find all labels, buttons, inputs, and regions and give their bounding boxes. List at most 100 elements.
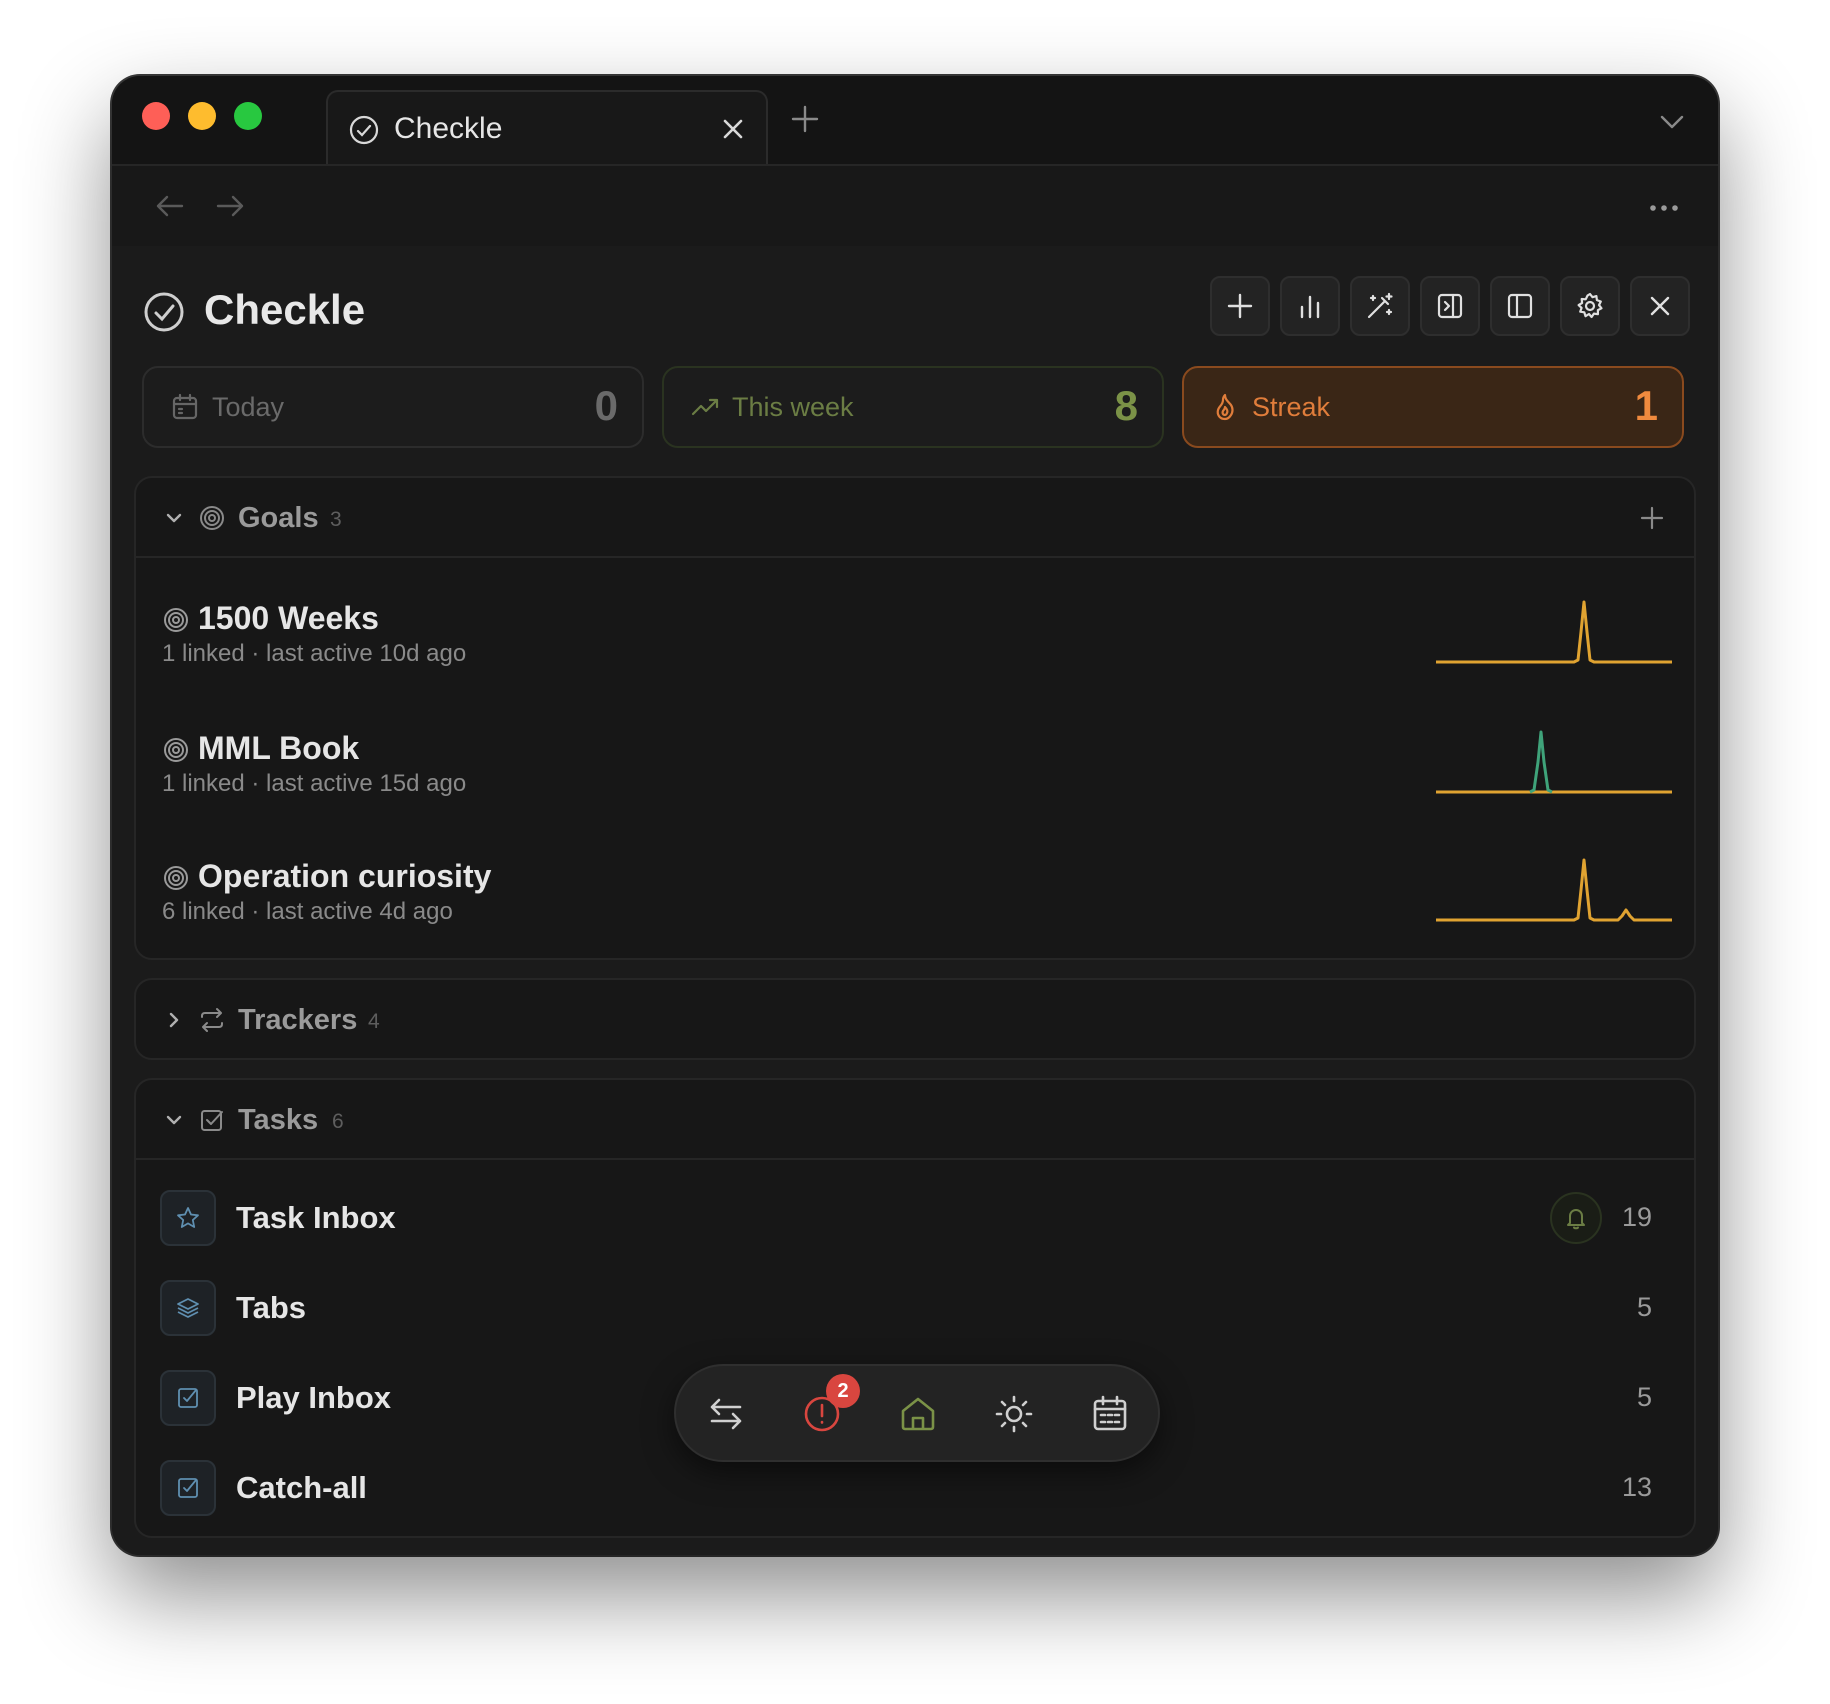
goal-sparkline: [1436, 600, 1672, 664]
flame-icon: [1216, 393, 1234, 421]
task-icon-box: [160, 1190, 216, 1246]
bottom-dock: 2: [674, 1364, 1160, 1462]
repeat-icon: [201, 1008, 223, 1032]
trackers-header[interactable]: Trackers 4: [136, 980, 1694, 1058]
goals-title: Goals: [238, 502, 319, 534]
calendar-icon: [172, 393, 198, 420]
goal-title: MML Book: [198, 730, 360, 766]
stat-today[interactable]: Today 0: [142, 366, 644, 448]
task-count: 5: [1636, 1382, 1652, 1412]
checkbox-icon: [201, 1110, 223, 1131]
star-icon: [177, 1207, 199, 1228]
checkbox-icon: [178, 1388, 198, 1408]
calendar-button[interactable]: [1088, 1392, 1132, 1436]
chevron-down-icon[interactable]: [162, 506, 186, 530]
stat-streak-value: 1: [1634, 382, 1658, 429]
minimize-window-button[interactable]: [188, 102, 216, 130]
task-title: Task Inbox: [236, 1200, 396, 1235]
home-button[interactable]: [896, 1392, 940, 1436]
chevron-right-icon[interactable]: [162, 1008, 186, 1032]
add-button[interactable]: [1210, 276, 1270, 336]
stat-this-week[interactable]: This week 8: [662, 366, 1164, 448]
app-title: Checkle: [204, 286, 366, 333]
settings-button[interactable]: [1560, 276, 1620, 336]
goal-title: Operation curiosity: [198, 858, 492, 894]
close-icon: [1650, 296, 1670, 316]
task-icon-box: [160, 1280, 216, 1336]
task-count: 19: [1621, 1202, 1652, 1232]
goals-count: 3: [330, 508, 342, 531]
magic-button[interactable]: [1350, 276, 1410, 336]
add-goal-icon[interactable]: [1636, 502, 1668, 534]
goal-meta: 6 linked · last active 4d ago: [162, 898, 453, 925]
bar-chart-icon: [1300, 295, 1320, 319]
task-row[interactable]: Tabs 5: [136, 1260, 1694, 1350]
swap-button[interactable]: [704, 1392, 748, 1436]
forward-arrow-icon[interactable]: [212, 188, 248, 224]
task-row[interactable]: Task Inbox 19: [136, 1170, 1694, 1260]
collapse-panel-button[interactable]: [1420, 276, 1480, 336]
bell-icon: [1567, 1209, 1585, 1230]
alert-badge: 2: [826, 1374, 860, 1408]
target-icon: [164, 866, 188, 890]
title-bar: Checkle: [112, 76, 1718, 166]
maximize-window-button[interactable]: [234, 102, 262, 130]
tasks-count: 6: [332, 1110, 344, 1133]
trending-up-icon: [691, 398, 719, 416]
goal-row[interactable]: Operation curiosity 6 linked · last acti…: [136, 836, 1694, 946]
sidebar-toggle-button[interactable]: [1490, 276, 1550, 336]
calendar-icon: [1093, 1395, 1127, 1431]
new-tab-icon[interactable]: [788, 102, 822, 136]
goal-sparkline: [1436, 730, 1672, 794]
trackers-section: Trackers 4: [134, 978, 1696, 1060]
task-icon-box: [160, 1370, 216, 1426]
task-title: Catch-all: [236, 1470, 367, 1505]
layers-icon: [177, 1298, 199, 1318]
reminder-button[interactable]: [1550, 1192, 1602, 1244]
close-window-button[interactable]: [142, 102, 170, 130]
plus-icon: [1227, 293, 1253, 319]
close-tab-icon[interactable]: [716, 112, 750, 146]
app-content: Checkle Today 0 This week 8 Streak 1 Goa…: [112, 246, 1718, 1555]
magic-wand-icon: [1367, 292, 1393, 319]
task-title: Play Inbox: [236, 1380, 392, 1415]
goal-meta: 1 linked · last active 10d ago: [162, 640, 467, 667]
goal-meta: 1 linked · last active 15d ago: [162, 770, 467, 797]
more-options-icon[interactable]: [1646, 190, 1682, 226]
goals-section: Goals 3 1500 Weeks 1 linked · last activ…: [134, 476, 1696, 960]
tasks-title: Tasks: [238, 1104, 319, 1136]
home-icon: [901, 1397, 935, 1431]
chevron-down-icon[interactable]: [1656, 106, 1688, 138]
stat-week-label: This week: [732, 392, 854, 422]
trackers-count: 4: [368, 1010, 380, 1033]
checkle-logo-icon: [144, 292, 184, 332]
tasks-header[interactable]: Tasks 6: [136, 1080, 1694, 1160]
goal-row[interactable]: MML Book 1 linked · last active 15d ago: [136, 708, 1694, 818]
arrows-swap-icon: [710, 1398, 742, 1430]
task-count: 13: [1621, 1472, 1652, 1502]
panel-right-icon: [1437, 293, 1463, 319]
tab-title: Checkle: [394, 112, 503, 145]
theme-button[interactable]: [992, 1392, 1036, 1436]
close-panel-button[interactable]: [1630, 276, 1690, 336]
browser-tab[interactable]: Checkle: [326, 90, 768, 166]
goal-row[interactable]: 1500 Weeks 1 linked · last active 10d ag…: [136, 578, 1694, 688]
goals-header[interactable]: Goals 3: [136, 478, 1694, 558]
stat-week-value: 8: [1114, 382, 1138, 429]
checkbox-icon: [178, 1478, 198, 1498]
target-icon: [164, 608, 188, 632]
stats-button[interactable]: [1280, 276, 1340, 336]
sidebar-icon: [1507, 293, 1533, 319]
stat-today-label: Today: [212, 392, 285, 422]
stat-streak[interactable]: Streak 1: [1182, 366, 1684, 448]
stat-streak-label: Streak: [1252, 392, 1331, 422]
goal-sparkline: [1436, 858, 1672, 922]
gear-icon: [1577, 292, 1603, 319]
target-icon: [200, 506, 224, 530]
back-arrow-icon[interactable]: [152, 188, 188, 224]
target-icon: [164, 738, 188, 762]
chevron-down-icon[interactable]: [162, 1108, 186, 1132]
stat-today-value: 0: [594, 382, 618, 429]
header-toolbar: [1210, 276, 1690, 336]
browser-window: Checkle Checkle Today 0 This week 8 Stre…: [112, 76, 1718, 1555]
